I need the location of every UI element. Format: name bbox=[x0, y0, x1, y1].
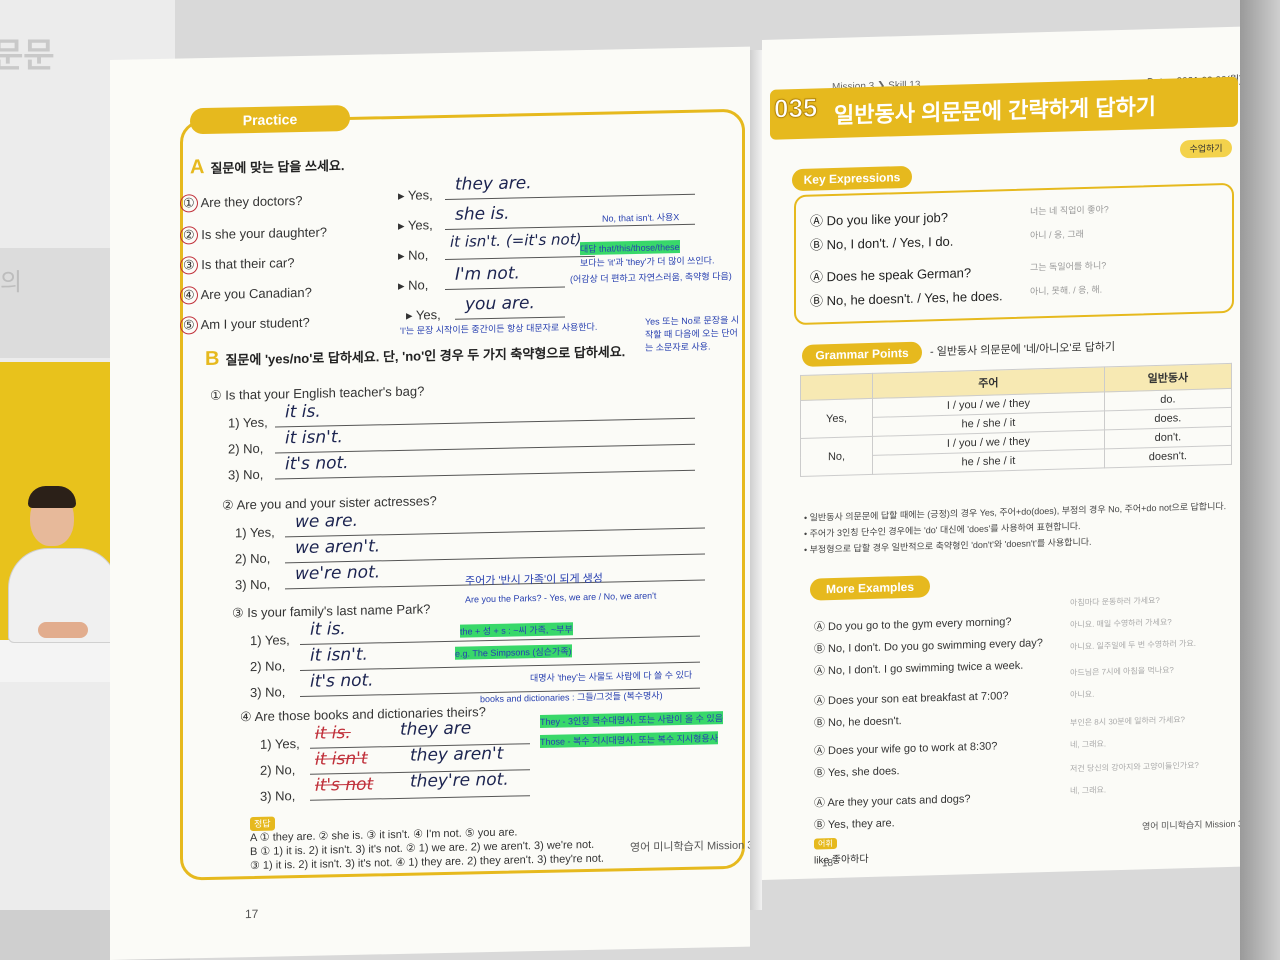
page-footer: 영어 미니학습지 Mission 3 bbox=[630, 839, 754, 855]
a-prefix-4: ▸ No, bbox=[398, 277, 429, 293]
b3-label-3: 3) No, bbox=[250, 684, 286, 701]
b4-struck-2: it isn't bbox=[315, 748, 368, 770]
a-answer-2[interactable]: she is. bbox=[455, 204, 509, 225]
side-heading: 문문 bbox=[0, 37, 55, 75]
more-line-5-ko: 아니요. bbox=[1070, 689, 1095, 700]
tablet-bezel bbox=[1240, 0, 1280, 960]
b3-answer-1[interactable]: it is. bbox=[310, 619, 346, 640]
b4-label-2: 2) No, bbox=[260, 762, 296, 778]
a-question-1: ① Are they doctors? bbox=[180, 192, 302, 213]
b3-label-2: 2) No, bbox=[250, 658, 286, 675]
page-number: 17 bbox=[245, 906, 259, 922]
a-answer-4[interactable]: I'm not. bbox=[455, 263, 520, 284]
a-note-2: 대답 that/this/those/these bbox=[580, 240, 680, 256]
workbook-page-right: Mission 3 ❯ Skill 13 Date : 2021.02.20(월… bbox=[762, 26, 1250, 881]
b1-answer-3[interactable]: it's not. bbox=[285, 453, 349, 474]
b1-answer-2[interactable]: it isn't. bbox=[285, 427, 343, 448]
b-note-4: e.g. The Simpsons (심슨가족) bbox=[455, 644, 572, 660]
more-examples-tab: More Examples bbox=[810, 575, 930, 601]
grammar-subtitle: - 일반동사 의문문에 '네/아니오'로 답하기 bbox=[930, 341, 1116, 359]
b4-label-3: 3) No, bbox=[260, 788, 296, 804]
a-question-4: ④ Are you Canadian? bbox=[180, 284, 312, 305]
more-line-8-ko: 저건 당신의 강아지와 고양이들인가요? bbox=[1070, 760, 1199, 774]
page-number: 18 bbox=[822, 858, 834, 870]
more-line-2: Ⓑ No, I don't. Do you go swimming every … bbox=[814, 637, 1043, 656]
a-answer-5[interactable]: you are. bbox=[465, 293, 535, 314]
b-note-1: 주어가 '반시 가족'이 되게 생성 bbox=[465, 572, 603, 588]
more-line-9-ko: 네, 그래요. bbox=[1070, 785, 1107, 796]
a-prefix-1: ▸ Yes, bbox=[398, 187, 433, 203]
b4-label-1: 1) Yes, bbox=[260, 736, 300, 752]
more-line-8: Ⓐ Are they your cats and dogs? bbox=[814, 793, 971, 810]
side-text: 의 bbox=[0, 269, 23, 296]
more-line-6: Ⓐ Does your wife go to work at 8:30? bbox=[814, 740, 998, 758]
more-line-2-ko: 아니요. 매일 수영하러 가세요? bbox=[1070, 617, 1172, 630]
book-gutter bbox=[750, 50, 762, 910]
b1-label-2: 2) No, bbox=[228, 440, 264, 457]
more-line-4: Ⓐ Does your son eat breakfast at 7:00? bbox=[814, 690, 1009, 708]
b2-label-1: 1) Yes, bbox=[235, 524, 275, 541]
b3-label-1: 1) Yes, bbox=[250, 632, 290, 649]
more-line-9: Ⓑ Yes, they are. bbox=[814, 817, 895, 832]
a-note-6: Yes 또는 No로 문장을 시작할 때 다음에 오는 단어는 소문자로 사용. bbox=[645, 314, 740, 353]
lesson-number: 035 bbox=[774, 92, 818, 124]
b2-answer-2[interactable]: we aren't. bbox=[295, 536, 380, 558]
tablet-screen: 문문 의 Practice A 질문에 맞는 답을 쓰세요. ① Are they… bbox=[0, 0, 1280, 960]
a-answer-1[interactable]: they are. bbox=[455, 173, 532, 195]
more-line-1: Ⓐ Do you go to the gym every morning? bbox=[814, 616, 1012, 634]
a-prefix-5: ▸ Yes, bbox=[406, 307, 441, 323]
a-prefix-3: ▸ No, bbox=[398, 247, 429, 263]
b2-answer-3[interactable]: we're not. bbox=[295, 562, 380, 584]
listen-button[interactable]: 수업하기 bbox=[1180, 138, 1232, 159]
b4-struck-1: it is. bbox=[315, 722, 351, 744]
a-note-1: No, that isn't. 사용X bbox=[602, 212, 680, 224]
key-expressions-tab: Key Expressions bbox=[792, 165, 912, 192]
key-line-2: Ⓑ No, I don't. / Yes, I do. bbox=[810, 233, 954, 253]
grammar-table: 주어 일반동사 Yes, I / you / we / they do. he … bbox=[800, 363, 1232, 477]
more-line-3-ko: 아니요. 일주일에 두 번 수영하러 가요. bbox=[1070, 638, 1196, 652]
key-line-1-ko: 너는 네 직업이 좋아? bbox=[1030, 204, 1109, 217]
key-line-3-ko: 그는 독일어를 하니? bbox=[1030, 260, 1107, 273]
a-question-2: ② Is she your daughter? bbox=[180, 223, 327, 245]
b2-label-2: 2) No, bbox=[235, 550, 271, 567]
b1-label-1: 1) Yes, bbox=[228, 414, 268, 431]
more-line-6-ko: 부인은 8시 30분에 일하러 가세요? bbox=[1070, 715, 1186, 728]
section-a-title: A 질문에 맞는 답을 쓰세요. bbox=[190, 156, 345, 179]
a-question-3: ③ Is that their car? bbox=[180, 254, 295, 275]
b2-label-3: 3) No, bbox=[235, 576, 271, 593]
key-line-2-ko: 아니 / 응, 그래 bbox=[1030, 229, 1084, 241]
b2-answer-1[interactable]: we are. bbox=[295, 511, 358, 532]
grammar-points-tab: Grammar Points bbox=[802, 341, 922, 367]
more-line-4-ko: 아드님은 7시에 아침을 먹나요? bbox=[1070, 665, 1174, 678]
a-prefix-2: ▸ Yes, bbox=[398, 217, 433, 233]
b1-label-3: 3) No, bbox=[228, 466, 264, 483]
page-footer: 영어 미니학습지 Mission 3 bbox=[1142, 818, 1243, 832]
more-line-7: Ⓑ Yes, she does. bbox=[814, 765, 900, 780]
more-line-1-ko: 아침마다 운동하러 가세요? bbox=[1070, 595, 1160, 608]
b4-answer-1[interactable]: they are bbox=[400, 718, 471, 739]
b4-struck-3: it's not bbox=[315, 774, 374, 796]
answer-key: 정답 A ① they are. ② she is. ③ it isn't. ④… bbox=[250, 810, 604, 873]
key-line-1: Ⓐ Do you like your job? bbox=[810, 209, 949, 229]
more-line-7-ko: 네, 그래요. bbox=[1070, 739, 1107, 750]
answer-tag: 정답 bbox=[250, 816, 275, 832]
b4-answer-2[interactable]: they aren't bbox=[410, 744, 503, 766]
b3-answer-2[interactable]: it isn't. bbox=[310, 645, 368, 666]
workbook-page-left: Practice A 질문에 맞는 답을 쓰세요. ① Are they doct… bbox=[110, 46, 754, 960]
a-answer-3[interactable]: it isn't. (=it's not) bbox=[450, 230, 581, 251]
practice-tab: Practice bbox=[190, 104, 350, 135]
b3-answer-3[interactable]: it's not. bbox=[310, 670, 374, 691]
b-note-3: the + 성 + s : ~씨 가족, ~부부 bbox=[460, 622, 573, 638]
key-line-4-ko: 아니, 못해. / 응, 해. bbox=[1030, 284, 1103, 297]
a-question-5: ⑤ Am I your student? bbox=[180, 314, 310, 335]
b4-answer-3[interactable]: they're not. bbox=[410, 770, 509, 792]
b1-answer-1[interactable]: it is. bbox=[285, 402, 321, 423]
more-line-5: Ⓑ No, he doesn't. bbox=[814, 715, 902, 730]
more-line-3: Ⓐ No, I don't. I go swimming twice a wee… bbox=[814, 659, 1024, 678]
